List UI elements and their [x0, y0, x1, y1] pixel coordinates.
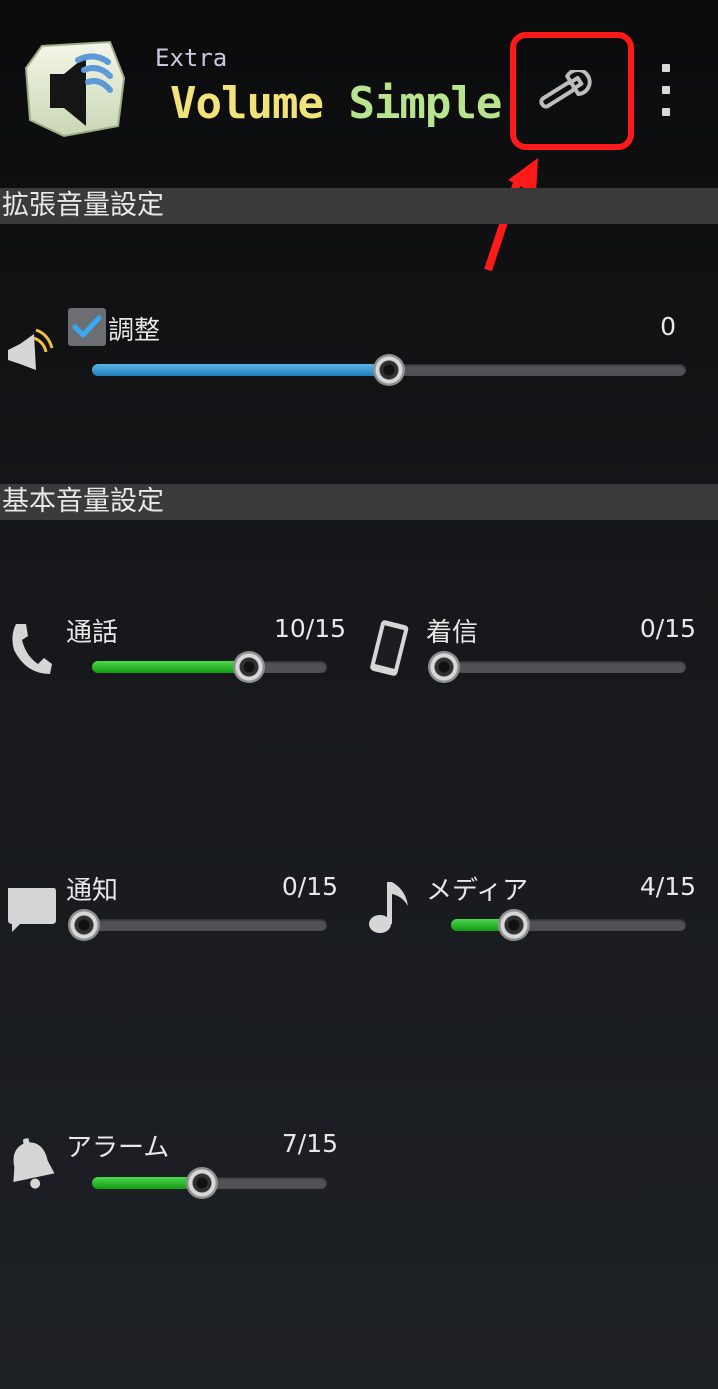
- ringtone-slider[interactable]: [428, 651, 686, 683]
- more-vert-icon: [662, 64, 670, 72]
- overflow-menu-button[interactable]: [648, 58, 684, 122]
- adjust-slider[interactable]: [92, 354, 686, 386]
- media-label: メディア: [426, 876, 529, 906]
- extended-volume-section-header: 拡張音量設定: [0, 188, 718, 224]
- alarm-value: 7/15: [281, 1129, 338, 1158]
- basic-volume-section-header: 基本音量設定: [0, 484, 718, 520]
- ringtone-slider-thumb[interactable]: [428, 651, 460, 683]
- adjust-label: 調整: [108, 316, 161, 346]
- speaker-icon: [6, 326, 58, 380]
- brand-simple-word: Simple: [348, 78, 502, 129]
- media-value: 4/15: [639, 872, 696, 901]
- alarm-label: アラーム: [66, 1133, 170, 1163]
- chat-bubble-icon: [4, 884, 58, 938]
- notification-slider[interactable]: [68, 909, 327, 941]
- adjust-value: 0: [660, 312, 676, 341]
- adjust-slider-fill: [92, 364, 389, 376]
- media-slider[interactable]: [451, 909, 686, 941]
- alarm-slider-thumb[interactable]: [185, 1167, 218, 1199]
- adjust-checkbox[interactable]: [68, 308, 106, 346]
- app-logo-icon: [24, 38, 128, 138]
- call-slider-thumb[interactable]: [232, 651, 265, 683]
- notification-label: 通知: [66, 876, 119, 906]
- adjust-slider-thumb[interactable]: [373, 354, 405, 386]
- ringtone-value: 0/15: [639, 614, 696, 643]
- call-label: 通話: [66, 618, 119, 648]
- call-slider-fill: [92, 661, 249, 673]
- call-slider[interactable]: [92, 651, 327, 683]
- app-title: Volume Simple: [170, 78, 502, 129]
- call-value: 10/15: [273, 614, 346, 643]
- smartphone-icon: [366, 618, 412, 684]
- brand-volume-word: Volume: [170, 78, 324, 129]
- brand-extra-label: Extra: [155, 44, 228, 72]
- phone-icon: [8, 620, 54, 682]
- notification-slider-thumb[interactable]: [68, 909, 100, 941]
- notification-value: 0/15: [281, 872, 338, 901]
- music-note-icon: [366, 878, 412, 940]
- highlight-annotation: [510, 32, 634, 150]
- ringtone-label: 着信: [426, 618, 479, 648]
- bell-icon: [4, 1136, 58, 1196]
- media-slider-thumb[interactable]: [497, 909, 530, 941]
- alarm-slider[interactable]: [92, 1167, 327, 1199]
- checkmark-icon: [72, 315, 102, 338]
